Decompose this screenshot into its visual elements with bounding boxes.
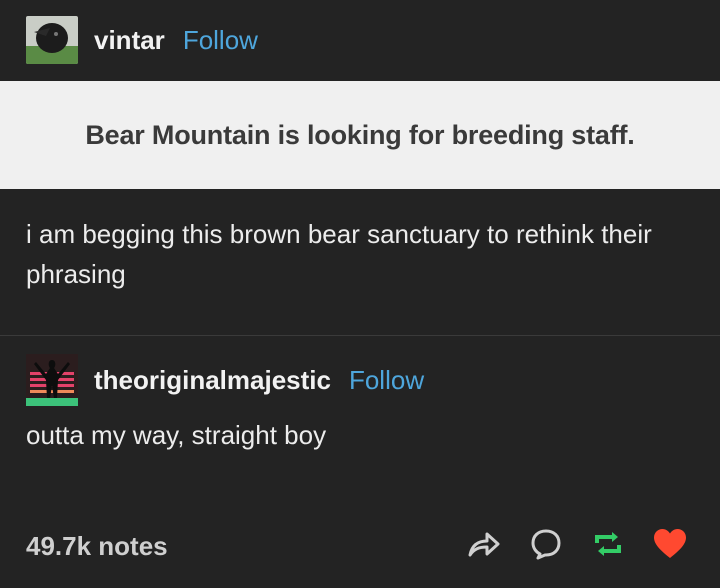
share-icon[interactable] xyxy=(464,524,504,564)
quoted-image: Bear Mountain is looking for breeding st… xyxy=(0,81,720,189)
avatar[interactable] xyxy=(26,16,78,64)
author-username[interactable]: vintar xyxy=(94,25,165,56)
post-footer: 49.7k notes xyxy=(0,518,720,574)
quoted-text: Bear Mountain is looking for breeding st… xyxy=(85,119,635,150)
action-bar xyxy=(464,524,690,564)
post-header: vintar Follow xyxy=(0,0,720,80)
divider xyxy=(0,335,720,336)
notes-count[interactable]: 49.7k notes xyxy=(26,531,168,562)
heart-icon[interactable] xyxy=(650,524,690,564)
reply-text: outta my way, straight boy xyxy=(26,420,327,450)
reblog-icon[interactable] xyxy=(588,524,628,564)
reply-header: theoriginalmajestic Follow xyxy=(0,352,720,408)
reply-icon[interactable] xyxy=(526,524,566,564)
post-body-text: i am begging this brown bear sanctuary t… xyxy=(26,219,652,289)
avatar[interactable] xyxy=(26,354,78,406)
follow-button[interactable]: Follow xyxy=(183,25,258,56)
follow-button[interactable]: Follow xyxy=(349,365,424,396)
reply-username[interactable]: theoriginalmajestic xyxy=(94,365,331,396)
